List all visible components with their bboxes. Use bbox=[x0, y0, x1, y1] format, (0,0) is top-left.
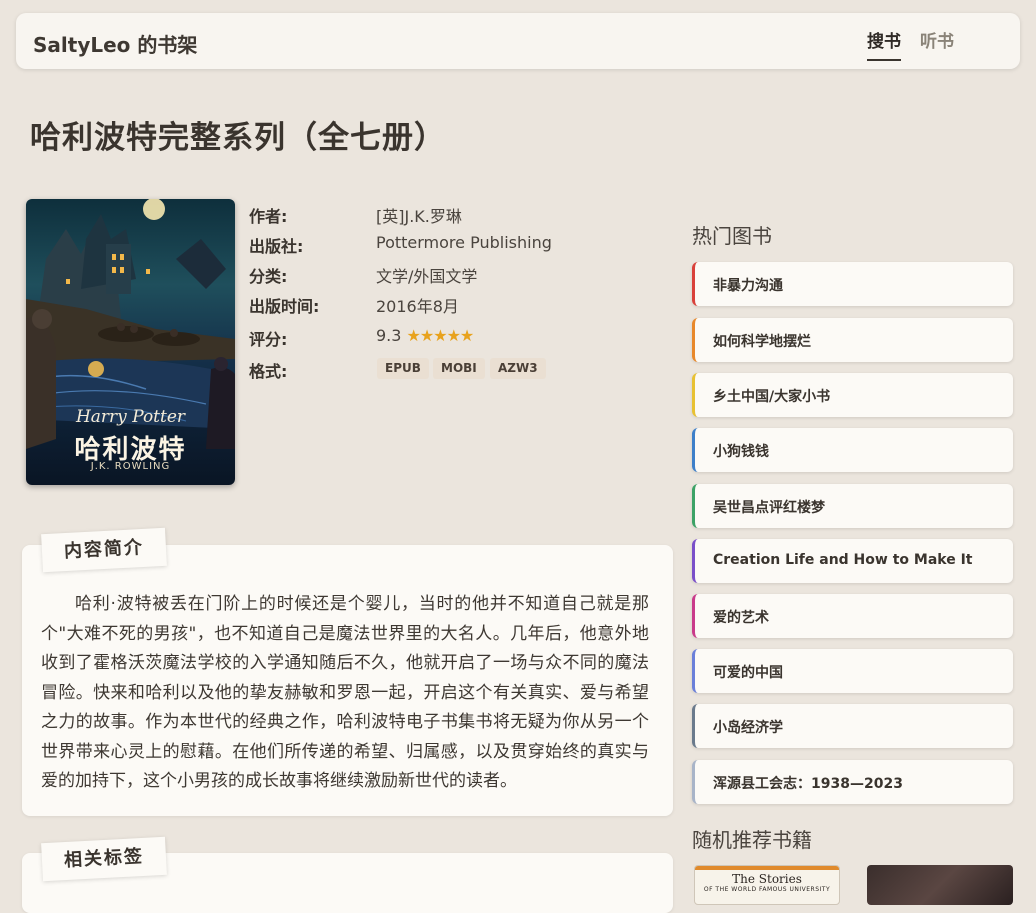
hot-book-item[interactable]: 如何科学地摆烂 bbox=[692, 318, 1013, 362]
hot-book-title: 小狗钱钱 bbox=[713, 444, 769, 460]
hot-book-title: Creation Life and How to Make It bbox=[713, 552, 973, 568]
random-book-cover[interactable]: The Stories OF THE WORLD FAMOUS UNIVERSI… bbox=[694, 865, 840, 905]
hot-book-title: 吴世昌点评红楼梦 bbox=[713, 500, 825, 516]
random-books-heading: 随机推荐书籍 bbox=[692, 828, 812, 852]
cover-author: J.K. ROWLING bbox=[90, 461, 171, 472]
format-badge-epub[interactable]: EPUB bbox=[377, 358, 429, 379]
hot-book-title: 乡土中国/大家小书 bbox=[713, 389, 831, 405]
hot-book-title: 爱的艺术 bbox=[713, 610, 769, 626]
cover-brand: Harry Potter bbox=[75, 407, 186, 427]
hot-book-item[interactable]: 小岛经济学 bbox=[692, 704, 1013, 748]
hot-book-item[interactable]: 吴世昌点评红楼梦 bbox=[692, 484, 1013, 528]
random-book-title: The Stories bbox=[732, 872, 802, 886]
meta-value-publish-date: 2016年8月 bbox=[376, 297, 459, 316]
rating: 9.3 ★★★★★ bbox=[376, 326, 475, 345]
hot-book-item[interactable]: 小狗钱钱 bbox=[692, 428, 1013, 472]
hot-book-title: 小岛经济学 bbox=[713, 720, 783, 736]
random-book-cover[interactable] bbox=[867, 865, 1013, 905]
meta-value-author: [英]J.K.罗琳 bbox=[376, 207, 462, 226]
meta-label-publish-date: 出版时间: bbox=[249, 297, 320, 316]
hot-book-item[interactable]: 可爱的中国 bbox=[692, 649, 1013, 693]
meta-label-rating: 评分: bbox=[249, 330, 288, 349]
meta-label-author: 作者: bbox=[249, 207, 288, 226]
hot-books-heading: 热门图书 bbox=[692, 224, 772, 248]
site-title[interactable]: SaltyLeo 的书架 bbox=[33, 29, 197, 58]
hot-book-title: 非暴力沟通 bbox=[713, 278, 783, 294]
meta-label-format: 格式: bbox=[249, 362, 288, 381]
cover-accent-strip bbox=[695, 866, 839, 870]
meta-value-publisher: Pottermore Publishing bbox=[376, 233, 552, 252]
book-title: 哈利波特完整系列（全七册） bbox=[30, 120, 446, 156]
tags-heading: 相关标签 bbox=[41, 836, 167, 882]
hot-book-item[interactable]: 乡土中国/大家小书 bbox=[692, 373, 1013, 417]
hot-book-item[interactable]: 爱的艺术 bbox=[692, 594, 1013, 638]
nav-tab-audiobook[interactable]: 听书 bbox=[920, 27, 954, 52]
rating-stars-icon: ★★★★★ bbox=[406, 326, 475, 345]
meta-value-category: 文学/外国文学 bbox=[376, 267, 478, 286]
hot-book-item[interactable]: 非暴力沟通 bbox=[692, 262, 1013, 306]
random-book-subtitle: OF THE WORLD FAMOUS UNIVERSITY bbox=[703, 886, 831, 893]
intro-heading: 内容简介 bbox=[41, 527, 167, 573]
rating-score: 9.3 bbox=[376, 326, 402, 345]
top-navbar: SaltyLeo 的书架 搜书 听书 bbox=[16, 13, 1020, 69]
book-cover: Harry Potter 哈利波特 J.K. ROWLING bbox=[26, 199, 235, 485]
meta-label-publisher: 出版社: bbox=[249, 237, 304, 256]
format-badge-mobi[interactable]: MOBI bbox=[433, 358, 485, 379]
format-badge-azw3[interactable]: AZW3 bbox=[490, 358, 546, 379]
meta-label-category: 分类: bbox=[249, 267, 288, 286]
hot-book-item[interactable]: Creation Life and How to Make It bbox=[692, 539, 1013, 583]
hot-book-title: 可爱的中国 bbox=[713, 665, 783, 681]
intro-text: 哈利·波特被丢在门阶上的时候还是个婴儿，当时的他并不知道自己就是那个"大难不死的… bbox=[41, 594, 649, 791]
hot-book-title: 浑源县工会志：1938—2023 bbox=[713, 776, 903, 792]
nav-tab-search[interactable]: 搜书 bbox=[867, 27, 901, 61]
hot-book-title: 如何科学地摆烂 bbox=[713, 334, 811, 350]
hot-book-item[interactable]: 浑源县工会志：1938—2023 bbox=[692, 760, 1013, 804]
